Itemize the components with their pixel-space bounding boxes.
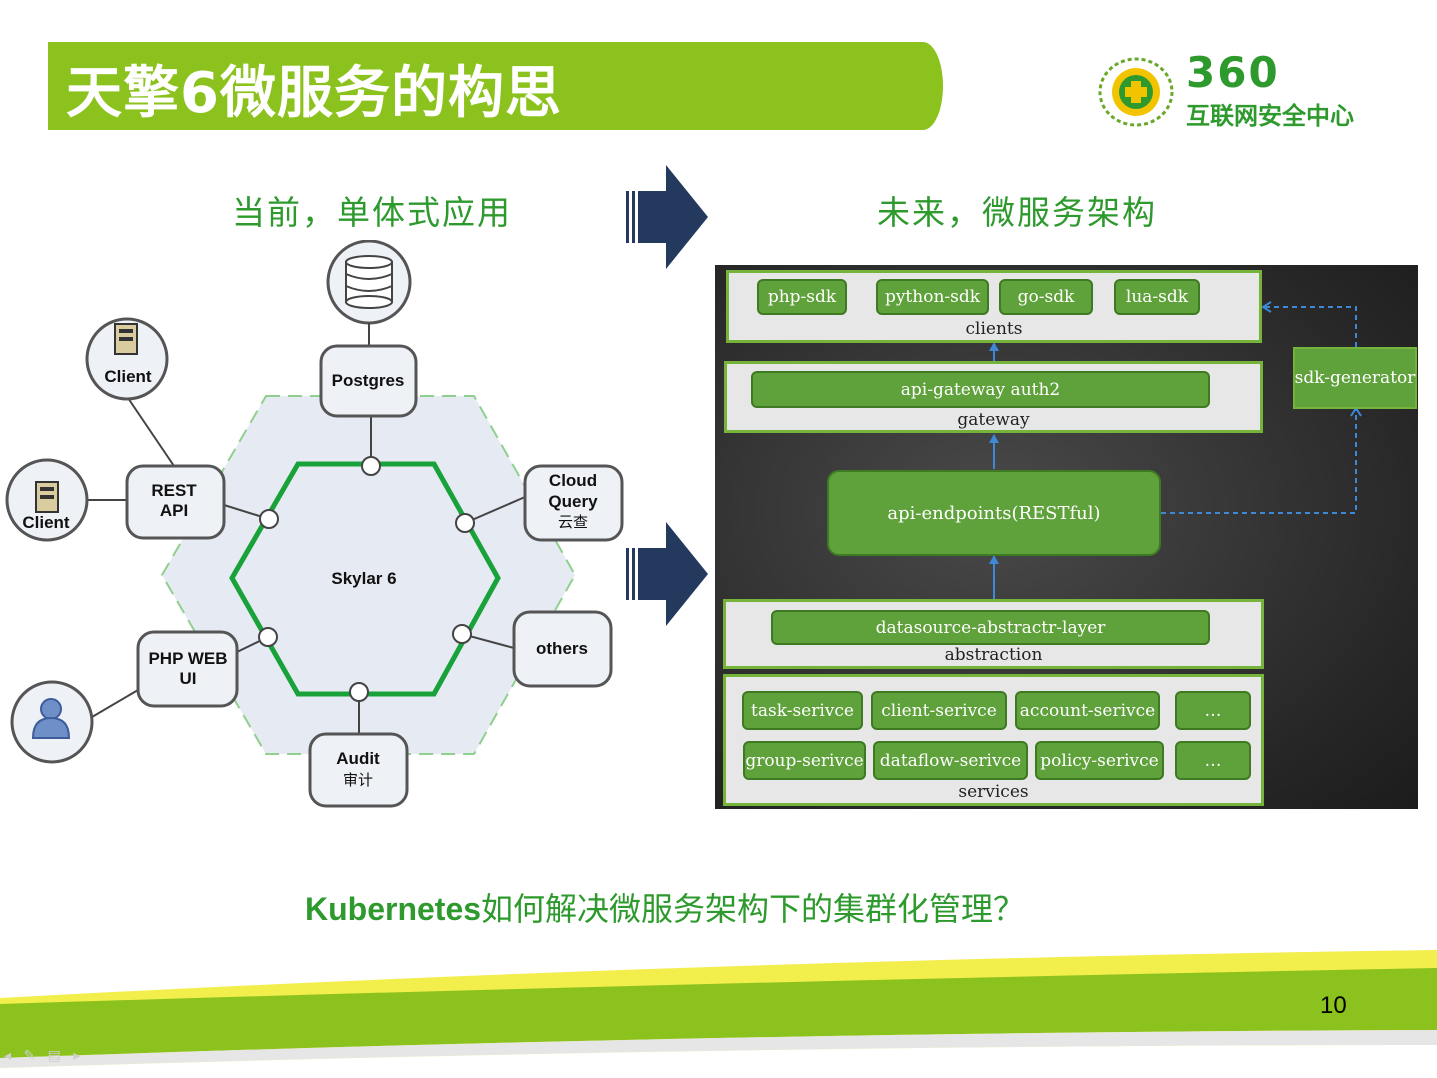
postgres-label: Postgres: [332, 371, 405, 390]
datasource-layer-pill: datasource-abstractr-layer: [771, 610, 1210, 645]
service-pill-more: …: [1175, 691, 1251, 730]
api-gateway-pill: api-gateway auth2: [751, 371, 1210, 408]
client-top-label: Client: [104, 367, 152, 386]
audit-label-2: 审计: [343, 771, 373, 789]
slide-nav-icons[interactable]: ◂ ✎ ▤ ▸: [4, 1048, 84, 1064]
port-php: [258, 627, 278, 647]
audit-label-1: Audit: [336, 749, 380, 768]
slide-title: 天擎6微服务的构思: [66, 61, 562, 126]
logo-number: 360: [1186, 48, 1280, 97]
clients-label: clients: [965, 319, 1023, 339]
microservice-diagram: php-sdk python-sdk go-sdk lua-sdk client…: [715, 265, 1418, 809]
port-others: [452, 624, 472, 644]
port-cloud: [455, 513, 475, 533]
service-pill: task-serivce: [742, 691, 863, 730]
skylar-label: Skylar 6: [331, 569, 396, 588]
rest-api-label-2: API: [160, 501, 188, 520]
abstraction-label: abstraction: [944, 645, 1043, 665]
page-number: 10: [1320, 992, 1347, 1019]
server-icon: [114, 323, 138, 355]
php-sdk-pill: php-sdk: [757, 279, 847, 315]
services-label: services: [958, 782, 1029, 802]
logo-360: 360 互联网安全中心: [1098, 48, 1398, 134]
service-pill: client-serivce: [871, 691, 1007, 730]
footer-swoosh: [0, 950, 1437, 1078]
port-audit: [349, 682, 369, 702]
service-pill: group-serivce: [743, 741, 866, 780]
service-pill: dataflow-serivce: [873, 741, 1028, 780]
go-sdk-pill: go-sdk: [999, 279, 1093, 315]
php-web-label-2: UI: [180, 669, 197, 688]
right-section-title: 未来，微服务架构: [877, 193, 1157, 232]
service-pill: account-serivce: [1015, 691, 1160, 730]
rest-api-label-1: REST: [151, 481, 197, 500]
left-section-title: 当前，单体式应用: [232, 193, 512, 232]
port-postgres: [361, 456, 381, 476]
cloud-query-label-2: Query: [548, 492, 598, 511]
cloud-query-label-3: 云查: [558, 513, 588, 531]
service-pill-more: …: [1175, 741, 1251, 780]
api-endpoints-box: api-endpoints(RESTful): [827, 470, 1161, 556]
database-icon: [345, 255, 393, 309]
question-text: Kubernetes如何解决微服务架构下的集群化管理？: [305, 884, 1025, 930]
port-rest: [259, 509, 279, 529]
php-web-label-1: PHP WEB: [148, 649, 227, 668]
question-prefix: Kubernetes: [305, 891, 482, 927]
python-sdk-pill: python-sdk: [876, 279, 989, 315]
gateway-label: gateway: [957, 410, 1030, 430]
sdk-generator-box: sdk-generator: [1293, 347, 1417, 409]
monolith-diagram: Skylar 6 Postgres REST API Cloud Query o…: [5, 240, 624, 808]
service-pill: policy-serivce: [1035, 741, 1164, 780]
logo-subtitle: 互联网安全中心: [1186, 102, 1354, 130]
audit-box: [308, 732, 409, 808]
others-label: others: [536, 639, 588, 658]
server-icon: [35, 481, 59, 513]
lua-sdk-pill: lua-sdk: [1114, 279, 1200, 315]
client-left-label: Client: [22, 513, 70, 532]
question-rest: 如何解决微服务架构下的集群化管理？: [481, 890, 1026, 928]
cloud-query-label-1: Cloud: [549, 471, 597, 490]
